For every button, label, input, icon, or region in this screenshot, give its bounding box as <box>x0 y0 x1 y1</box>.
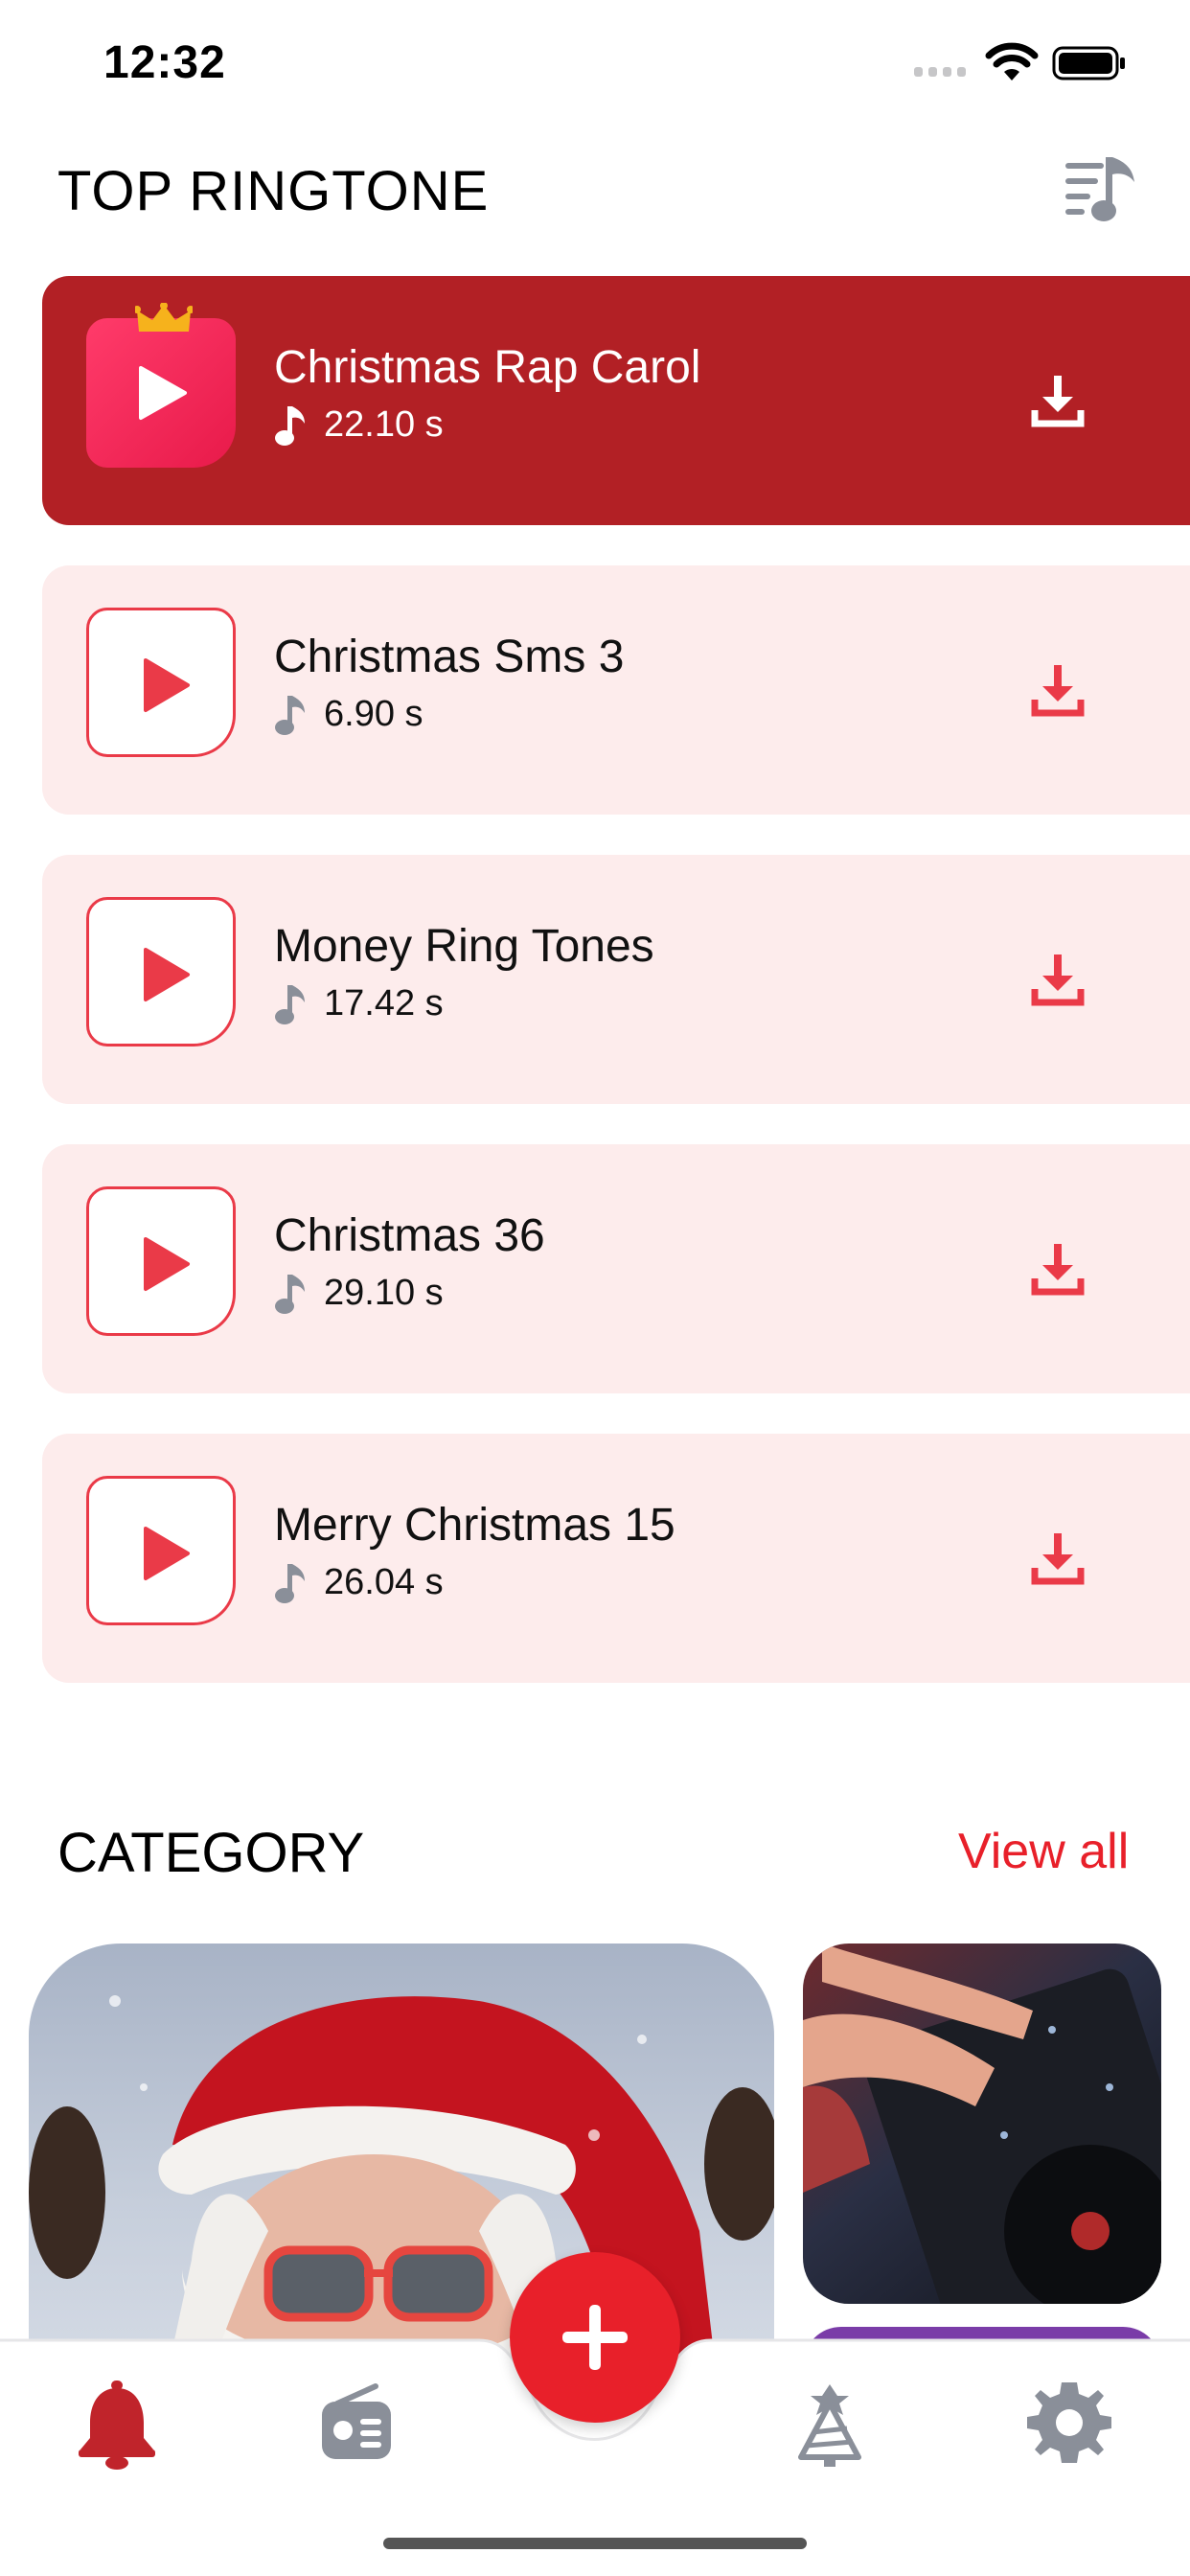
music-note-icon <box>275 985 305 1024</box>
status-bar: 12:32 <box>0 0 1190 134</box>
ringtone-duration: 26.04 s <box>324 1562 444 1602</box>
page-title: TOP RINGTONE <box>57 160 490 222</box>
ringtone-card[interactable]: Christmas Rap Carol 22.10 s <box>42 276 1190 525</box>
home-indicator[interactable] <box>383 2538 807 2549</box>
play-button[interactable] <box>86 318 236 468</box>
play-icon <box>139 366 187 420</box>
ringtone-title: Money Ring Tones <box>274 921 654 972</box>
ringtone-card[interactable]: Money Ring Tones 17.42 s <box>42 855 1190 1104</box>
signal-icon <box>914 67 966 77</box>
add-icon <box>562 2305 628 2370</box>
play-icon <box>144 658 190 712</box>
ringtone-title: Christmas Sms 3 <box>274 632 625 682</box>
gear-icon[interactable] <box>1021 2375 1117 2471</box>
music-note-icon <box>275 406 305 446</box>
playlist-music-icon[interactable] <box>1064 153 1140 230</box>
dj-image <box>803 1944 1161 2304</box>
christmas-tree-icon[interactable] <box>782 2375 878 2471</box>
ringtone-duration: 17.42 s <box>324 983 444 1024</box>
add-button[interactable] <box>510 2252 680 2423</box>
status-time: 12:32 <box>103 37 226 88</box>
view-all-link[interactable]: View all <box>958 1823 1129 1880</box>
music-note-icon <box>275 1564 305 1603</box>
ringtone-title: Christmas 36 <box>274 1210 545 1261</box>
wifi-icon <box>985 42 1039 80</box>
ringtone-card[interactable]: Merry Christmas 15 26.04 s <box>42 1434 1190 1683</box>
play-icon <box>144 948 190 1001</box>
bell-icon[interactable] <box>69 2375 165 2471</box>
category-title: CATEGORY <box>57 1822 365 1884</box>
play-button[interactable] <box>86 1186 236 1336</box>
download-icon[interactable] <box>1029 1530 1087 1587</box>
crown-icon <box>135 303 193 332</box>
download-icon[interactable] <box>1029 661 1087 719</box>
play-button[interactable] <box>86 608 236 757</box>
ringtone-title: Merry Christmas 15 <box>274 1500 675 1551</box>
play-button[interactable] <box>86 1476 236 1625</box>
ringtone-duration: 22.10 s <box>324 404 444 445</box>
download-icon[interactable] <box>1029 372 1087 429</box>
play-icon <box>144 1527 190 1580</box>
ringtone-card[interactable]: Christmas Sms 3 6.90 s <box>42 565 1190 815</box>
music-note-icon <box>275 1275 305 1314</box>
ringtone-card[interactable]: Christmas 36 29.10 s <box>42 1144 1190 1393</box>
ringtone-duration: 29.10 s <box>324 1273 444 1313</box>
play-button[interactable] <box>86 897 236 1046</box>
download-icon[interactable] <box>1029 951 1087 1008</box>
download-icon[interactable] <box>1029 1240 1087 1298</box>
music-note-icon <box>275 696 305 735</box>
ringtone-title: Christmas Rap Carol <box>274 342 701 393</box>
category-card-dj[interactable] <box>803 1944 1161 2304</box>
ringtone-duration: 6.90 s <box>324 694 423 734</box>
play-icon <box>144 1237 190 1291</box>
battery-icon <box>1052 46 1125 80</box>
radio-icon[interactable] <box>309 2375 404 2471</box>
